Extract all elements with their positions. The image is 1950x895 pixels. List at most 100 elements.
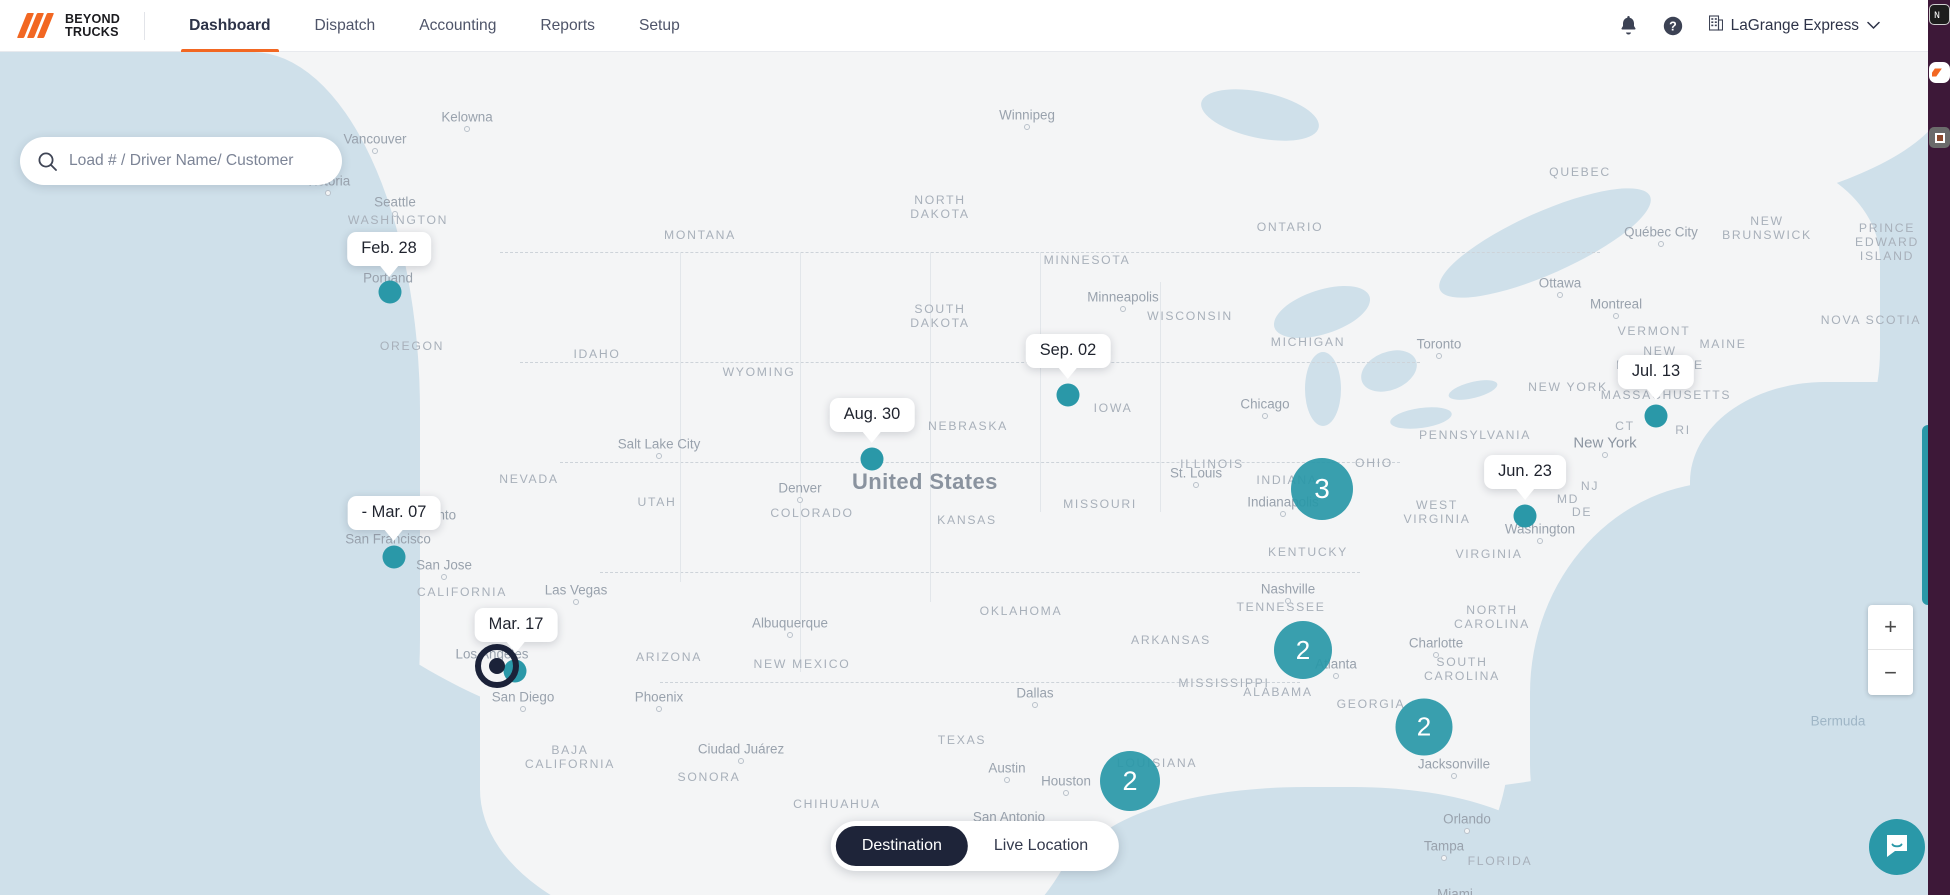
svg-text:N: N: [1934, 11, 1940, 21]
chevron-down-icon: [1867, 17, 1880, 35]
map-border-line: [500, 252, 1600, 253]
search-input[interactable]: [69, 152, 324, 170]
map-border-line: [800, 252, 801, 672]
map-city-dot: [573, 599, 579, 605]
map-border-line: [1160, 282, 1161, 512]
nav-item-reports[interactable]: Reports: [518, 0, 617, 52]
map-marker-date-tooltip: Mar. 17: [474, 608, 558, 653]
nav-links: Dashboard Dispatch Accounting Reports Se…: [167, 0, 702, 52]
map-city-dot: [797, 497, 803, 503]
global-search-box[interactable]: [20, 137, 342, 185]
map-city-dot: [656, 453, 662, 459]
map-cluster-marker[interactable]: 2: [1395, 698, 1453, 756]
map-city-dot: [1451, 773, 1457, 779]
map-city-dot: [1333, 673, 1339, 679]
map-load-marker[interactable]: [1056, 383, 1080, 407]
map-marker-date-tooltip: Aug. 30: [829, 398, 915, 443]
map-marker-date-tooltip: Jun. 23: [1484, 455, 1566, 500]
map-marker-date-tooltip: - Mar. 07: [347, 496, 441, 541]
map-city-dot: [1658, 241, 1664, 247]
brand-logo[interactable]: BEYOND TRUCKS: [16, 12, 120, 39]
map-city-dot: [1193, 482, 1199, 488]
map-view-toggle: Destination Live Location: [830, 821, 1120, 871]
os-dock-strip: N: [1928, 0, 1950, 895]
brand-line-1: BEYOND: [65, 12, 121, 26]
top-navigation-bar: BEYOND TRUCKS Dashboard Dispatch Account…: [0, 0, 1950, 52]
map-border-line: [660, 682, 1300, 683]
atlantic-north: [1690, 382, 1950, 582]
map-city-dot: [1557, 292, 1563, 298]
zoom-in-button[interactable]: +: [1868, 605, 1913, 650]
nav-item-dashboard[interactable]: Dashboard: [167, 0, 292, 52]
lake-michigan: [1305, 352, 1341, 426]
brand-wordmark: BEYOND TRUCKS: [65, 13, 120, 38]
svg-text:?: ?: [1669, 19, 1677, 33]
help-circle-icon[interactable]: ?: [1663, 16, 1683, 36]
map-marker-date-tooltip: Feb. 28: [347, 232, 431, 277]
map-border-line: [520, 362, 1420, 363]
beyond-trucks-app-icon[interactable]: [1929, 62, 1950, 83]
terminal-app-icon[interactable]: N: [1929, 4, 1950, 25]
organization-name: LaGrange Express: [1730, 16, 1859, 34]
map-city-dot: [656, 706, 662, 712]
map-load-marker[interactable]: [1644, 404, 1668, 428]
map-cluster-marker[interactable]: 2: [1274, 621, 1332, 679]
map-load-marker[interactable]: [382, 545, 406, 569]
bell-icon[interactable]: [1620, 16, 1637, 35]
map-city-dot: [1433, 652, 1439, 658]
map-city-dot: [1602, 452, 1608, 458]
nav-item-setup[interactable]: Setup: [617, 0, 702, 52]
map-city-dot: [1537, 538, 1543, 544]
map-border-line: [930, 252, 931, 602]
map-city-dot: [1436, 353, 1442, 359]
chat-launcher-button[interactable]: [1869, 819, 1925, 875]
toggle-destination[interactable]: Destination: [835, 826, 968, 866]
brand-line-2: TRUCKS: [65, 24, 119, 39]
map-city-dot: [1441, 855, 1447, 861]
map-load-marker[interactable]: [860, 447, 884, 471]
map-city-dot: [520, 706, 526, 712]
beyond-trucks-chevrons-icon: [16, 12, 58, 39]
search-icon: [38, 152, 57, 171]
map-zoom-controls: + −: [1868, 605, 1913, 695]
files-app-icon[interactable]: [1929, 127, 1950, 148]
map-border-line: [1040, 252, 1041, 512]
map-city-dot: [1032, 702, 1038, 708]
map-city-dot: [1613, 313, 1619, 319]
map-city-dot: [1024, 124, 1030, 130]
organization-selector[interactable]: LaGrange Express: [1708, 15, 1880, 36]
map-city-dot: [1004, 777, 1010, 783]
map-city-dot: [392, 211, 398, 217]
map-city-dot: [325, 190, 331, 196]
zoom-out-button[interactable]: −: [1868, 650, 1913, 695]
map-city-dot: [1285, 598, 1291, 604]
map-city-dot: [441, 574, 447, 580]
map-marker-date-tooltip: Jul. 13: [1617, 355, 1695, 400]
map-city-dot: [1280, 511, 1286, 517]
nav-item-accounting[interactable]: Accounting: [397, 0, 518, 52]
nav-item-dispatch[interactable]: Dispatch: [293, 0, 398, 52]
map-city-dot: [1262, 413, 1268, 419]
building-icon: [1708, 15, 1723, 36]
map-cluster-marker[interactable]: 2: [1100, 751, 1160, 811]
map-city-dot: [1063, 790, 1069, 796]
map-border-line: [600, 572, 1360, 573]
map-load-marker[interactable]: [1513, 504, 1537, 528]
app-root: BEYOND TRUCKS Dashboard Dispatch Account…: [0, 0, 1950, 895]
map-city-dot: [1120, 306, 1126, 312]
map-marker-date-tooltip: Sep. 02: [1025, 334, 1111, 379]
fleet-map[interactable]: WASHINGTONOREGONMONTANANORTHDAKOTASOUTHD…: [0, 52, 1950, 895]
header-divider: [144, 11, 146, 40]
header-actions: ? LaGrange Express: [1620, 15, 1880, 36]
map-border-line: [560, 462, 1400, 463]
map-city-dot: [372, 148, 378, 154]
toggle-live-location[interactable]: Live Location: [968, 826, 1114, 866]
map-border-line: [680, 252, 681, 582]
map-city-dot: [1464, 828, 1470, 834]
map-load-marker[interactable]: [378, 280, 402, 304]
chat-smile-icon: [1883, 831, 1911, 864]
map-city-dot: [738, 758, 744, 764]
map-cluster-marker[interactable]: 3: [1291, 458, 1353, 520]
map-city-dot: [464, 126, 470, 132]
map-city-dot: [787, 632, 793, 638]
